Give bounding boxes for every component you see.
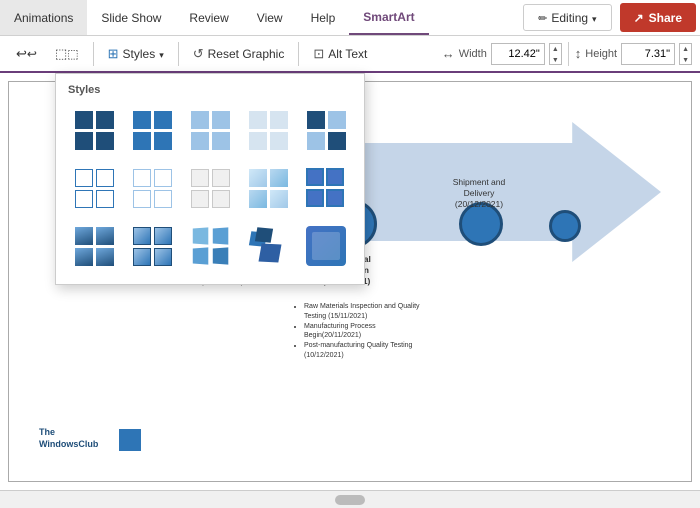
style-item-9[interactable]: [242, 162, 294, 214]
width-field: Width ▲ ▼: [442, 43, 562, 65]
share-button[interactable]: Share: [620, 3, 696, 32]
style-item-3[interactable]: [184, 104, 236, 156]
horizontal-scrollbar[interactable]: [0, 490, 700, 508]
ribbon-toolbar: ↩ ⬚ Styles Reset Graphic Alt Text Width …: [0, 36, 700, 73]
tab-smartart[interactable]: SmartArt: [349, 0, 428, 35]
styles-button[interactable]: Styles: [100, 39, 172, 69]
alt-text-button[interactable]: Alt Text: [305, 39, 375, 69]
separator-3: [298, 42, 299, 66]
styles-panel: Styles: [55, 73, 365, 285]
styles-panel-title: Styles: [68, 84, 352, 96]
detail-text-block: Raw Materials Inspection and Quality Tes…: [294, 302, 424, 361]
width-down-icon[interactable]: ▼: [550, 55, 561, 66]
tab-help[interactable]: Help: [297, 0, 350, 35]
style-item-4[interactable]: [242, 104, 294, 156]
styles-grid: [68, 104, 352, 272]
detail-item-1: Raw Materials Inspection and Quality Tes…: [304, 302, 424, 322]
style-item-13[interactable]: [184, 220, 236, 272]
style-item-10[interactable]: [300, 162, 352, 214]
width-spinner[interactable]: ▲ ▼: [549, 43, 562, 65]
style-item-8[interactable]: [184, 162, 236, 214]
separator-4: [568, 42, 569, 66]
ribbon-tab-row: Animations Slide Show Review View Help S…: [0, 0, 700, 36]
separator-1: [93, 42, 94, 66]
label-shipment: Shipment and Delivery (20/12/2021): [434, 177, 524, 210]
pencil-icon: [538, 11, 547, 25]
scroll-thumb[interactable]: [335, 495, 365, 505]
styles-icon: [108, 46, 119, 62]
styles-chevron-icon: [159, 47, 164, 61]
style-item-11[interactable]: [68, 220, 120, 272]
reset-graphic-button[interactable]: Reset Graphic: [185, 39, 293, 69]
tab-animations[interactable]: Animations: [0, 0, 87, 35]
style-item-7[interactable]: [126, 162, 178, 214]
detail-item-3: Post-manufacturing Quality Testing (10/1…: [304, 341, 424, 361]
alt-icon: [313, 46, 324, 62]
undo-button[interactable]: ↩: [8, 39, 45, 69]
tab-review[interactable]: Review: [175, 0, 242, 35]
format-button[interactable]: ⬚: [47, 39, 87, 69]
height-icon: [575, 46, 582, 61]
separator-2: [178, 42, 179, 66]
style-item-2[interactable]: [126, 104, 178, 156]
style-item-1[interactable]: [68, 104, 120, 156]
tab-slideshow[interactable]: Slide Show: [87, 0, 175, 35]
style-item-12[interactable]: [126, 220, 178, 272]
width-input[interactable]: [491, 43, 545, 65]
height-field: Height ▲ ▼: [575, 43, 692, 65]
style-item-6[interactable]: [68, 162, 120, 214]
height-spinner[interactable]: ▲ ▼: [679, 43, 692, 65]
height-down-icon[interactable]: ▼: [680, 55, 691, 66]
circle-4[interactable]: [549, 210, 581, 242]
reset-icon: [193, 46, 204, 62]
tab-editing[interactable]: Editing: [523, 4, 611, 31]
watermark-text: The WindowsClub: [39, 426, 98, 451]
logo-icon: [119, 429, 141, 451]
tab-view[interactable]: View: [243, 0, 297, 35]
style-item-14[interactable]: [242, 220, 294, 272]
undo-icon: ↩: [16, 46, 37, 62]
style-item-5[interactable]: [300, 104, 352, 156]
height-input[interactable]: [621, 43, 675, 65]
style-item-15[interactable]: [300, 220, 352, 272]
width-up-icon[interactable]: ▲: [550, 44, 561, 55]
share-icon: [634, 11, 644, 25]
height-up-icon[interactable]: ▲: [680, 44, 691, 55]
width-icon: [442, 46, 455, 61]
format-icon: ⬚: [55, 46, 79, 62]
editing-chevron-icon: [592, 11, 597, 25]
detail-item-2: Manufacturing Process Begin(20/11/2021): [304, 322, 424, 342]
